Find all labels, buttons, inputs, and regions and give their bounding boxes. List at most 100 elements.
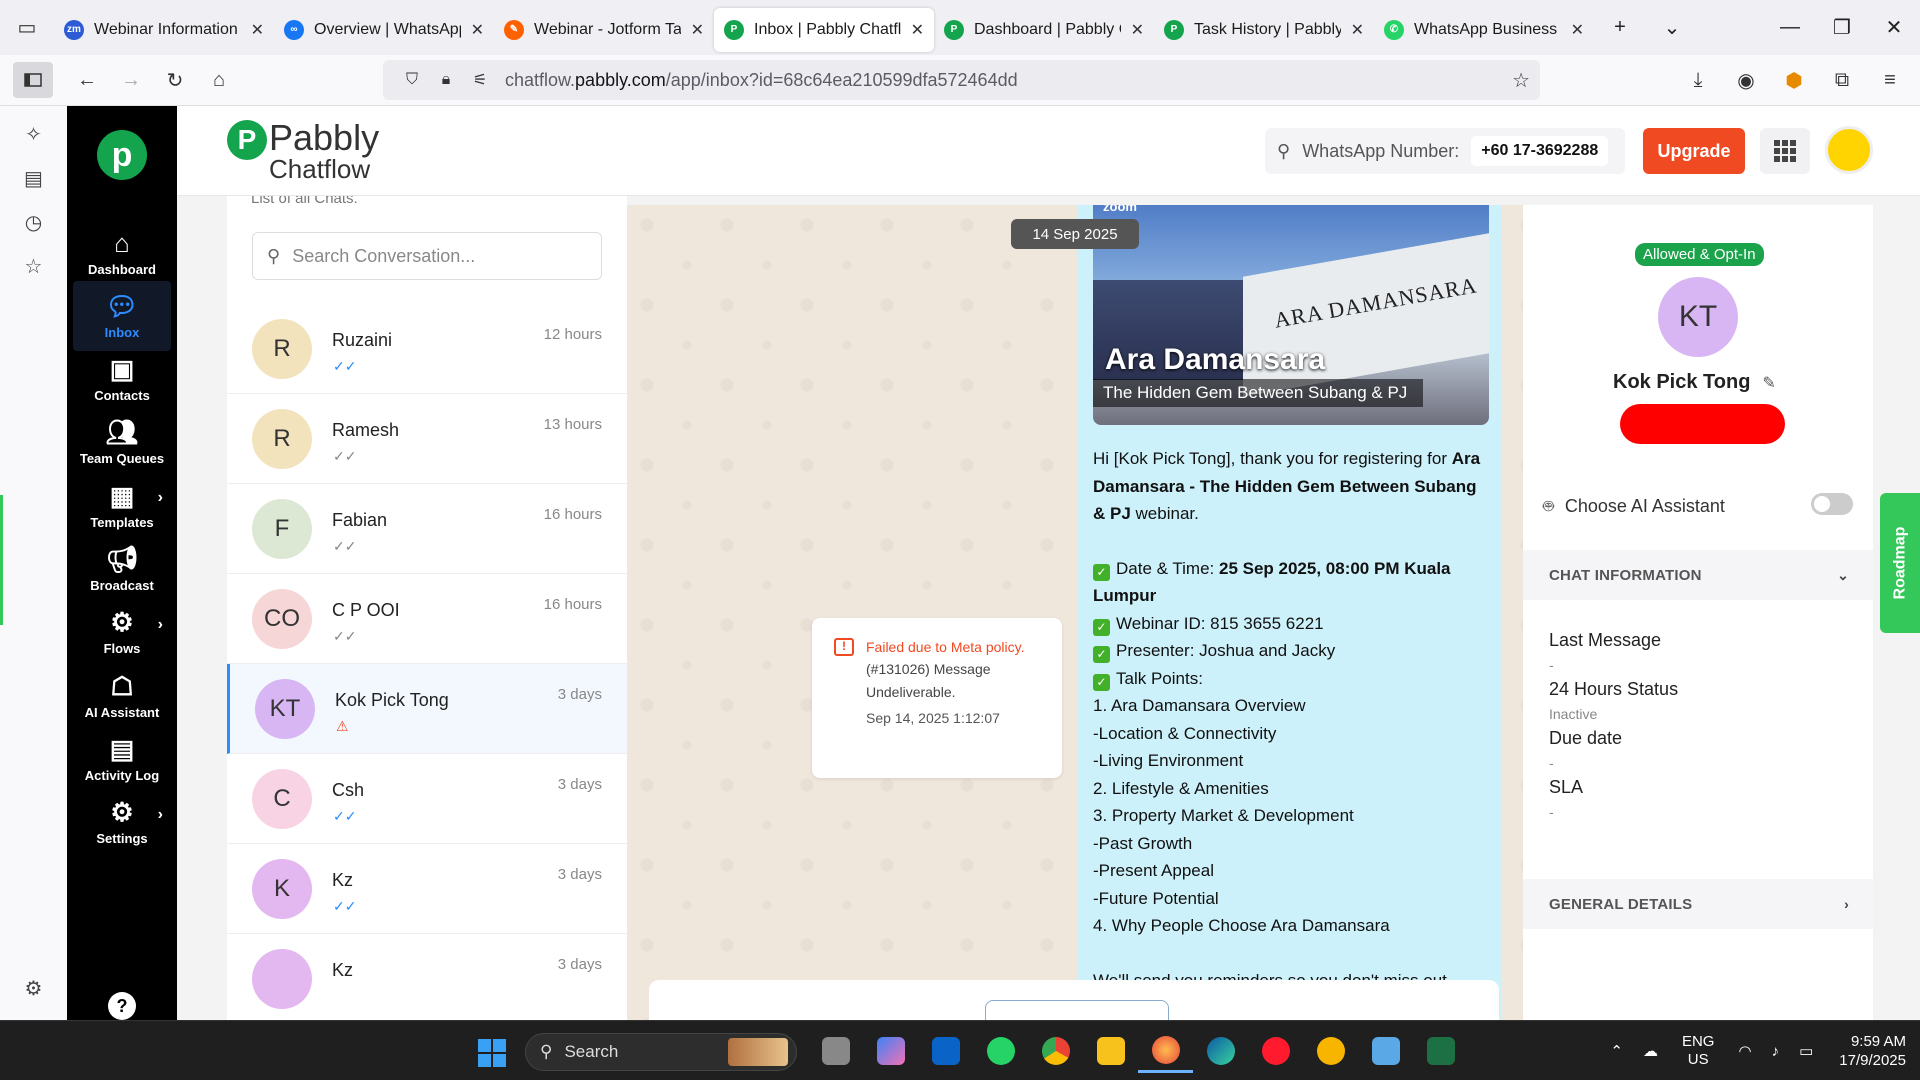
history-icon[interactable]: ◷ <box>0 200 67 244</box>
edge-icon[interactable] <box>1193 1029 1248 1073</box>
close-tab-icon[interactable]: ✕ <box>471 20 484 40</box>
customize-sidebar-gear-icon[interactable]: ⚙ <box>0 966 67 1010</box>
general-details-header[interactable]: GENERAL DETAILS › <box>1523 879 1873 929</box>
browser-tab[interactable]: zm Webinar Information - ✕ <box>54 8 274 52</box>
webinar-banner-image[interactable]: ARA DAMANSARA zoom Ara Damansara The Hid… <box>1093 205 1489 425</box>
help-icon[interactable]: ? <box>108 992 136 1020</box>
nav-item-inbox[interactable]: 💬︎ Inbox <box>73 281 171 352</box>
conversation-item[interactable]: F Fabian 16 hours ✓✓ <box>227 484 627 574</box>
language-indicator[interactable]: ENG US <box>1682 1033 1715 1069</box>
badge-app-icon[interactable] <box>1303 1029 1358 1073</box>
chrome-icon[interactable] <box>1028 1029 1083 1073</box>
conversation-item[interactable]: KT Kok Pick Tong 3 days ⚠ <box>227 664 627 754</box>
account-icon[interactable]: ◉ <box>1722 58 1770 102</box>
cloud-sync-icon[interactable]: ☁ <box>1643 1042 1658 1060</box>
back-icon[interactable]: ← <box>65 58 109 102</box>
close-tab-icon[interactable]: ✕ <box>691 20 704 40</box>
nav-item-contacts[interactable]: ▣ Contacts <box>73 345 171 415</box>
browser-tab[interactable]: ∞ Overview | WhatsApp | ✕ <box>274 8 494 52</box>
talk-point: 1. Ara Damansara Overview <box>1093 696 1306 715</box>
nav-item-flows[interactable]: ⚙ Flows › <box>73 598 171 668</box>
close-tab-icon[interactable]: ✕ <box>1351 20 1364 40</box>
copilot-icon[interactable] <box>863 1029 918 1073</box>
nav-item-activity-log[interactable]: ▤ Activity Log <box>73 724 171 794</box>
wifi-icon[interactable]: ◠ <box>1738 1042 1751 1060</box>
volume-icon[interactable]: ♪ <box>1772 1043 1780 1060</box>
chat-information-header[interactable]: CHAT INFORMATION ⌄ <box>1523 550 1873 600</box>
bookmark-star-icon[interactable]: ☆ <box>1512 68 1530 93</box>
menu-icon[interactable]: ≡ <box>1866 58 1914 102</box>
apps-grid-icon[interactable] <box>1760 128 1810 174</box>
outlook-icon[interactable] <box>918 1029 973 1073</box>
clock[interactable]: 9:59 AM 17/9/2025 <box>1839 1032 1906 1071</box>
pabbly-logo-icon[interactable]: p <box>97 130 147 180</box>
chevron-up-icon[interactable]: ⌃ <box>1610 1042 1623 1060</box>
notepad-icon[interactable] <box>1358 1029 1413 1073</box>
tab-list-icon[interactable]: ▭ <box>0 0 54 55</box>
opera-icon[interactable] <box>1248 1029 1303 1073</box>
whatsapp-icon[interactable] <box>973 1029 1028 1073</box>
extensions-icon[interactable]: ⧉ <box>1818 58 1866 102</box>
whatsapp-number-selector[interactable]: ⚲ WhatsApp Number: +60 17-3692288 <box>1265 128 1625 174</box>
search-conversation-input[interactable]: ⚲ Search Conversation... <box>252 232 602 280</box>
excel-icon[interactable] <box>1413 1029 1468 1073</box>
downloads-icon[interactable]: ⤓ <box>1674 58 1722 102</box>
lock-icon[interactable]: 🔒︎ <box>429 71 463 89</box>
close-tab-icon[interactable]: ✕ <box>911 20 924 40</box>
task-view-icon[interactable] <box>808 1029 863 1073</box>
nav-item-settings[interactable]: ⚙ Settings › <box>73 788 171 858</box>
nav-item-ai-assistant[interactable]: ☖ AI Assistant <box>73 661 171 731</box>
composer-action[interactable] <box>985 1000 1169 1020</box>
account-avatar[interactable] <box>1825 126 1873 174</box>
url-text[interactable]: chatflow.pabbly.com/app/inbox?id=68c64ea… <box>505 70 1018 91</box>
new-tab-icon[interactable]: + <box>1594 0 1646 55</box>
ai-assistant-toggle[interactable] <box>1811 493 1853 515</box>
browser-tab[interactable]: P Dashboard | Pabbly Co ✕ <box>934 8 1154 52</box>
extension-shield-icon[interactable]: ⬢ <box>1770 58 1818 102</box>
roadmap-tab[interactable]: Roadmap <box>1880 493 1920 633</box>
bookmarks-icon[interactable]: ☆ <box>0 244 67 288</box>
conversation-item[interactable]: CO C P OOI 16 hours ✓✓ <box>227 574 627 664</box>
browser-tab[interactable]: P Inbox | Pabbly Chatflo ✕ <box>714 7 934 52</box>
firefox-icon[interactable] <box>1138 1029 1193 1073</box>
shield-icon[interactable]: ⛉ <box>395 71 429 89</box>
close-tab-icon[interactable]: ✕ <box>251 20 264 40</box>
close-tab-icon[interactable]: ✕ <box>1571 20 1584 40</box>
search-placeholder: Search Conversation... <box>292 245 476 266</box>
minimize-icon[interactable]: — <box>1764 0 1816 55</box>
conversation-item[interactable]: K Kz 3 days ✓✓ <box>227 844 627 934</box>
browser-tab[interactable]: ✆ WhatsApp Business ✕ <box>1374 8 1594 52</box>
ai-sparkle-icon[interactable]: ✧ <box>0 112 67 156</box>
browser-tab[interactable]: ✎ Webinar - Jotform Tab ✕ <box>494 8 714 52</box>
edit-pencil-icon[interactable]: ✎ <box>1762 375 1775 392</box>
conversation-item[interactable]: Kz 3 days <box>227 934 627 1020</box>
tab-overflow-chevron-icon[interactable]: ⌄ <box>1646 0 1698 55</box>
nav-item-dashboard[interactable]: ⌂ Dashboard <box>73 218 171 288</box>
conversation-list: List of all Chats. ⚲ Search Conversation… <box>227 196 627 1020</box>
browser-tab[interactable]: P Task History | Pabbly C ✕ <box>1154 8 1374 52</box>
address-bar[interactable]: ⛉ 🔒︎ ⚟ chatflow.pabbly.com/app/inbox?id=… <box>383 60 1540 100</box>
permissions-icon[interactable]: ⚟ <box>463 70 497 90</box>
reload-icon[interactable]: ↻ <box>153 58 197 102</box>
conversation-item[interactable]: R Ramesh 13 hours ✓✓ <box>227 394 627 484</box>
forward-icon[interactable]: → <box>109 58 153 102</box>
taskbar-search[interactable]: ⚲ Search <box>525 1033 797 1071</box>
nav-item-broadcast[interactable]: 📢︎ Broadcast <box>73 535 171 605</box>
windows-start-icon[interactable] <box>478 1039 506 1067</box>
synced-tabs-icon[interactable]: ▤ <box>0 156 67 200</box>
message-composer[interactable] <box>649 980 1499 1020</box>
battery-icon[interactable]: ▭ <box>1799 1042 1813 1060</box>
home-icon[interactable]: ⌂ <box>197 58 241 102</box>
nav-item-templates[interactable]: ▦ Templates › <box>73 471 171 541</box>
brand-logo[interactable]: P Pabbly Chatflow <box>227 120 379 182</box>
sidebar-toggle-icon[interactable] <box>13 62 53 98</box>
conversation-item[interactable]: R Ruzaini 12 hours ✓✓ <box>227 304 627 394</box>
nav-item-team-queues[interactable]: 👥︎ Team Queues <box>73 408 171 478</box>
upgrade-button[interactable]: Upgrade <box>1643 128 1745 174</box>
close-tab-icon[interactable]: ✕ <box>1131 20 1144 40</box>
whatsapp-number-value[interactable]: +60 17-3692288 <box>1471 136 1609 166</box>
file-explorer-icon[interactable] <box>1083 1029 1138 1073</box>
conversation-item[interactable]: C Csh 3 days ✓✓ <box>227 754 627 844</box>
close-window-icon[interactable]: ✕ <box>1868 0 1920 55</box>
restore-icon[interactable]: ❐ <box>1816 0 1868 55</box>
